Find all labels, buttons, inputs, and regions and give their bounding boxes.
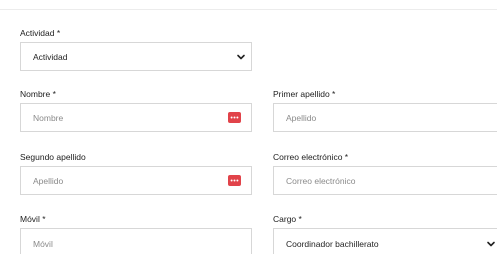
movil-label: Móvil *	[20, 214, 46, 224]
correo-placeholder: Correo electrónico	[286, 176, 356, 186]
nombre-placeholder: Nombre	[33, 113, 64, 123]
cargo-label: Cargo *	[273, 214, 302, 224]
nombre-label: Nombre *	[20, 89, 56, 99]
chevron-down-icon	[235, 51, 247, 63]
cargo-selected-value: Coordinador bachillerato	[286, 239, 379, 249]
movil-placeholder: Móvil	[33, 239, 53, 249]
correo-field[interactable]: Correo electrónico	[273, 166, 497, 195]
primer-apellido-field[interactable]: Apellido	[273, 103, 497, 132]
cargo-select[interactable]: Coordinador bachillerato	[273, 228, 497, 254]
primer-apellido-placeholder: Apellido	[286, 113, 317, 123]
movil-field[interactable]: Móvil	[20, 228, 252, 254]
segundo-apellido-field[interactable]: Apellido	[20, 166, 252, 195]
chevron-down-icon	[485, 238, 497, 250]
section-divider	[0, 9, 497, 10]
nombre-field[interactable]: Nombre	[20, 103, 252, 132]
correo-label: Correo electrónico *	[273, 152, 349, 162]
segundo-apellido-label: Segundo apellido	[20, 152, 86, 162]
actividad-select[interactable]: Actividad	[20, 42, 252, 71]
segundo-apellido-placeholder: Apellido	[33, 176, 64, 186]
primer-apellido-label: Primer apellido *	[273, 89, 336, 99]
password-manager-icon[interactable]	[228, 112, 241, 123]
actividad-selected-value: Actividad	[33, 52, 68, 62]
actividad-label: Actividad *	[20, 28, 61, 38]
password-manager-icon[interactable]	[228, 175, 241, 186]
